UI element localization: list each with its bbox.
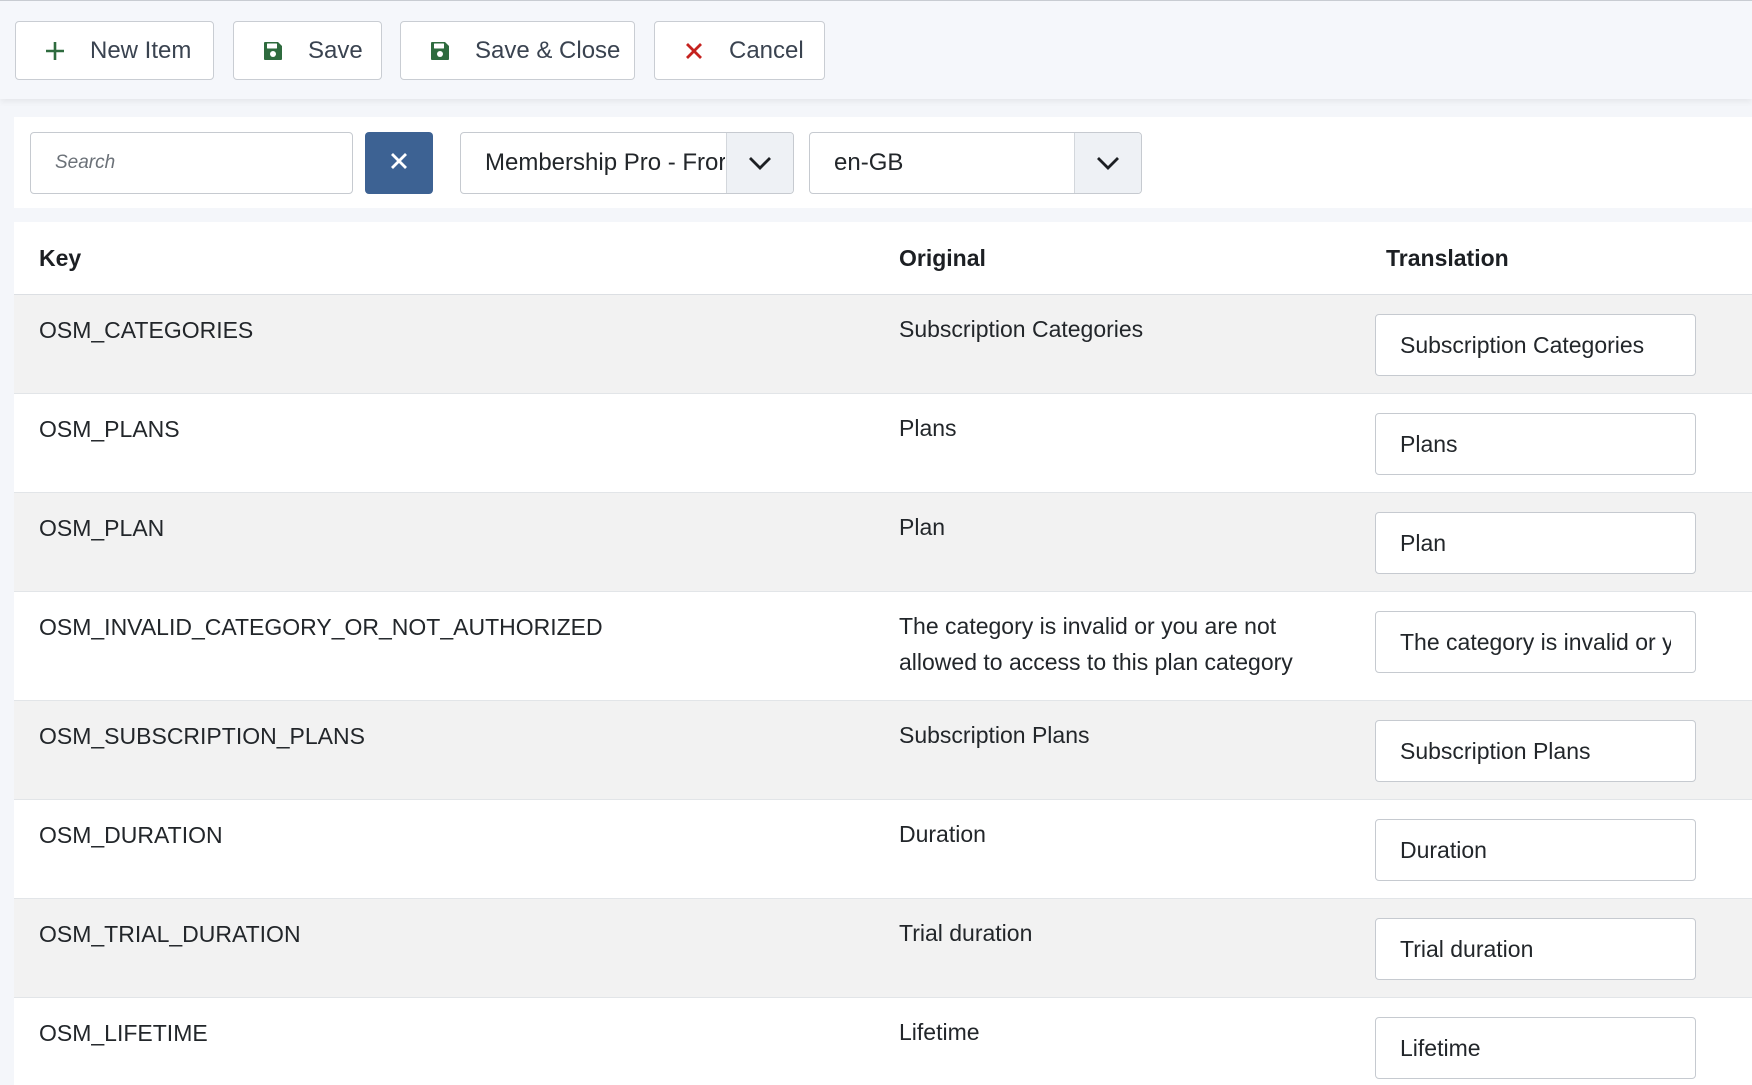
language-select-value: en-GB [834,149,904,176]
translation-input[interactable] [1375,512,1696,574]
table-row: OSM_CATEGORIES Subscription Categories [14,295,1752,394]
row-original: Lifetime [899,1019,980,1045]
clear-search-button[interactable] [365,132,433,194]
row-original: Trial duration [899,920,1033,946]
search-input[interactable] [30,132,353,194]
row-key: OSM_SUBSCRIPTION_PLANS [39,723,365,749]
translation-input[interactable] [1375,413,1696,475]
translation-input[interactable] [1375,918,1696,980]
row-key: OSM_INVALID_CATEGORY_OR_NOT_AUTHORIZED [39,614,603,640]
cancel-button[interactable]: Cancel [654,21,825,80]
row-original: Subscription Plans [899,722,1090,748]
row-original: The category is invalid or you are not a… [899,613,1293,675]
new-item-button[interactable]: New Item [15,21,214,80]
row-original: Subscription Categories [899,316,1144,342]
component-select[interactable]: Membership Pro - Fror [460,132,794,194]
column-header-translation: Translation [1386,245,1509,271]
plus-icon [42,38,68,64]
table-row: OSM_DURATION Duration [14,800,1752,899]
toolbar: New Item Save Save & Close Cancel [0,0,1752,99]
translation-input[interactable] [1375,1017,1696,1079]
row-original: Plan [899,514,946,540]
chevron-down-icon [1074,133,1141,193]
table-row: OSM_PLANS Plans [14,394,1752,493]
translation-table: Key Original Translation OSM_CATEGORIES … [14,222,1752,1085]
row-key: OSM_TRIAL_DURATION [39,921,301,947]
floppy-disk-icon [260,38,286,64]
language-select[interactable]: en-GB [809,132,1142,194]
translation-input[interactable] [1375,314,1696,376]
translation-input[interactable] [1375,720,1696,782]
column-header-key: Key [39,245,82,271]
row-key: OSM_DURATION [39,822,223,848]
save-button[interactable]: Save [233,21,382,80]
table-row: OSM_LIFETIME Lifetime [14,998,1752,1085]
table-header: Key Original Translation [14,222,1752,295]
table-row: OSM_PLAN Plan [14,493,1752,592]
row-original: Duration [899,821,986,847]
translation-input[interactable] [1375,819,1696,881]
table-row: OSM_TRIAL_DURATION Trial duration [14,899,1752,998]
filter-bar: Membership Pro - Fror en-GB [14,117,1752,208]
table-row: OSM_SUBSCRIPTION_PLANS Subscription Plan… [14,701,1752,800]
save-close-button[interactable]: Save & Close [400,21,635,80]
save-label: Save [308,36,363,64]
new-item-label: New Item [90,36,192,64]
row-key: OSM_PLAN [39,515,165,541]
chevron-down-icon [726,133,793,193]
column-header-original: Original [899,245,986,271]
close-icon [390,152,408,175]
cancel-label: Cancel [729,36,804,64]
row-original: Plans [899,415,957,441]
save-close-label: Save & Close [475,36,621,64]
floppy-disk-icon [427,38,453,64]
row-key: OSM_CATEGORIES [39,317,254,343]
component-select-value: Membership Pro - Fror [485,149,725,176]
row-key: OSM_PLANS [39,416,180,442]
translation-input[interactable] [1375,611,1696,673]
close-icon [681,38,707,64]
table-row: OSM_INVALID_CATEGORY_OR_NOT_AUTHORIZED T… [14,592,1752,701]
row-key: OSM_LIFETIME [39,1020,208,1046]
